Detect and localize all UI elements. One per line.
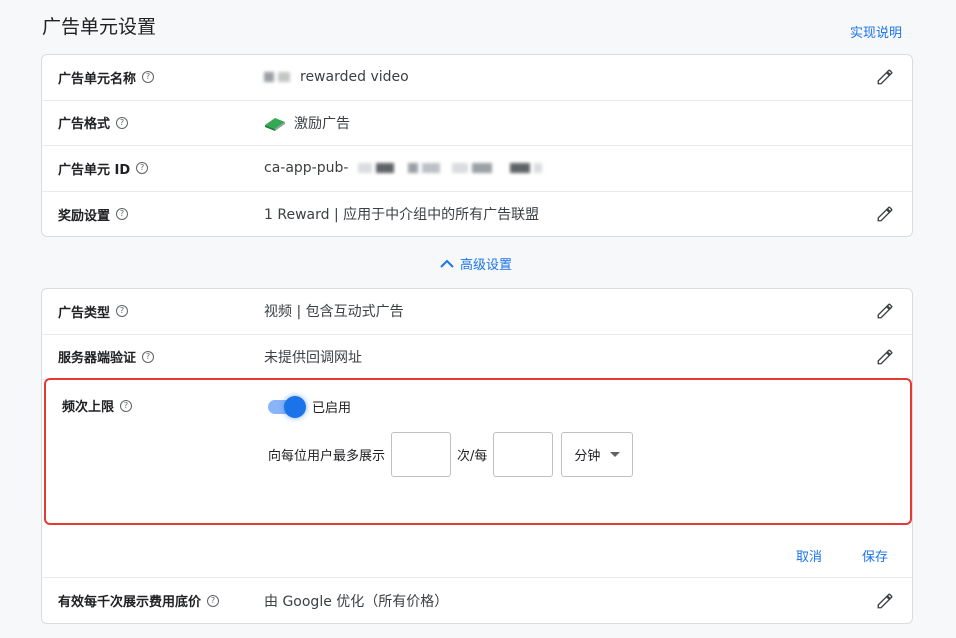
edit-pencil-icon[interactable]: [876, 592, 894, 610]
basic-settings-card: 广告单元名称 ? rewarded video 广告格式 ? 激励广告 广告单元…: [41, 54, 913, 237]
form-actions: 取消 保存: [796, 546, 888, 565]
advanced-settings-card: 广告类型 ? 视频 | 包含互动式广告 服务器端验证 ? 未提供回调网址 频次上…: [41, 288, 913, 624]
ssv-label: 服务器端验证 ?: [58, 347, 155, 366]
ecpm-floor-label: 有效每千次展示费用底价 ?: [58, 591, 220, 610]
redacted-text: [472, 163, 493, 174]
save-button[interactable]: 保存: [862, 546, 888, 565]
help-icon[interactable]: ?: [142, 350, 155, 363]
frequency-cap-section: 频次上限 ? 已启用 向每位用户最多展示 次/每 分钟: [44, 378, 912, 525]
edit-pencil-icon[interactable]: [876, 68, 894, 86]
redacted-text: [358, 163, 373, 174]
frequency-cap-config: 向每位用户最多展示 次/每 分钟: [268, 432, 634, 477]
ad-format-value: 激励广告: [264, 113, 350, 133]
help-icon[interactable]: ?: [120, 399, 133, 412]
ad-type-label: 广告类型 ?: [58, 302, 129, 321]
time-unit-dropdown[interactable]: 分钟: [561, 432, 634, 477]
cap-prefix-text: 向每位用户最多展示: [268, 449, 386, 464]
redacted-text: [264, 72, 274, 83]
dropdown-arrow-icon: [610, 452, 621, 457]
reward-settings-label: 奖励设置 ?: [58, 205, 129, 224]
ad-unit-name-row: 广告单元名称 ? rewarded video: [42, 55, 912, 101]
help-icon[interactable]: ?: [136, 162, 149, 175]
redacted-text: [534, 163, 543, 174]
page-title: 广告单元设置: [42, 16, 157, 38]
ecpm-floor-value: 由 Google 优化（所有价格）: [264, 593, 449, 610]
ad-unit-id-value: ca-app-pub-: [264, 160, 546, 176]
help-icon[interactable]: ?: [207, 594, 220, 607]
help-icon[interactable]: ?: [116, 208, 129, 221]
frequency-cap-toggle[interactable]: 已启用: [268, 395, 352, 418]
redacted-text: [278, 72, 290, 83]
ad-type-row: 广告类型 ? 视频 | 包含互动式广告: [42, 289, 912, 335]
ecpm-floor-row: 有效每千次展示费用底价 ? 由 Google 优化（所有价格）: [42, 577, 912, 623]
redacted-text: [408, 163, 419, 174]
reward-book-icon: [265, 117, 285, 131]
ssv-row: 服务器端验证 ? 未提供回调网址: [42, 335, 912, 380]
advanced-settings-toggle[interactable]: 高级设置: [440, 254, 512, 273]
reward-settings-value: 1 Reward | 应用于中介组中的所有广告联盟: [264, 207, 540, 224]
help-icon[interactable]: ?: [116, 116, 129, 129]
edit-pencil-icon[interactable]: [876, 205, 894, 223]
toggle-thumb: [284, 395, 306, 418]
redacted-text: [422, 163, 441, 174]
ad-format-label: 广告格式 ?: [58, 113, 129, 132]
help-icon[interactable]: ?: [142, 71, 155, 84]
ad-unit-id-label: 广告单元 ID ?: [58, 159, 149, 178]
edit-pencil-icon[interactable]: [876, 302, 894, 320]
ad-unit-id-row: 广告单元 ID ? ca-app-pub-: [42, 146, 912, 192]
ssv-value: 未提供回调网址: [264, 349, 362, 366]
impressions-input[interactable]: [391, 432, 452, 477]
ad-unit-name-value: rewarded video: [264, 69, 409, 85]
frequency-cap-label: 频次上限 ?: [62, 396, 133, 415]
ad-type-value: 视频 | 包含互动式广告: [264, 304, 404, 321]
redacted-text: [452, 163, 469, 174]
toggle-status-label: 已启用: [312, 401, 352, 416]
implementation-help-link[interactable]: 实现说明: [850, 22, 902, 41]
reward-settings-row: 奖励设置 ? 1 Reward | 应用于中介组中的所有广告联盟: [42, 192, 912, 238]
cancel-button[interactable]: 取消: [796, 546, 822, 565]
chevron-up-icon: [440, 259, 454, 268]
redacted-text: [376, 163, 395, 174]
cap-middle-text: 次/每: [457, 449, 488, 464]
toggle-track: [268, 395, 306, 418]
period-input[interactable]: [493, 432, 554, 477]
redacted-text: [510, 163, 531, 174]
edit-pencil-icon[interactable]: [876, 348, 894, 366]
help-icon[interactable]: ?: [116, 305, 129, 318]
ad-unit-name-label: 广告单元名称 ?: [58, 68, 155, 87]
ad-format-row: 广告格式 ? 激励广告: [42, 101, 912, 146]
